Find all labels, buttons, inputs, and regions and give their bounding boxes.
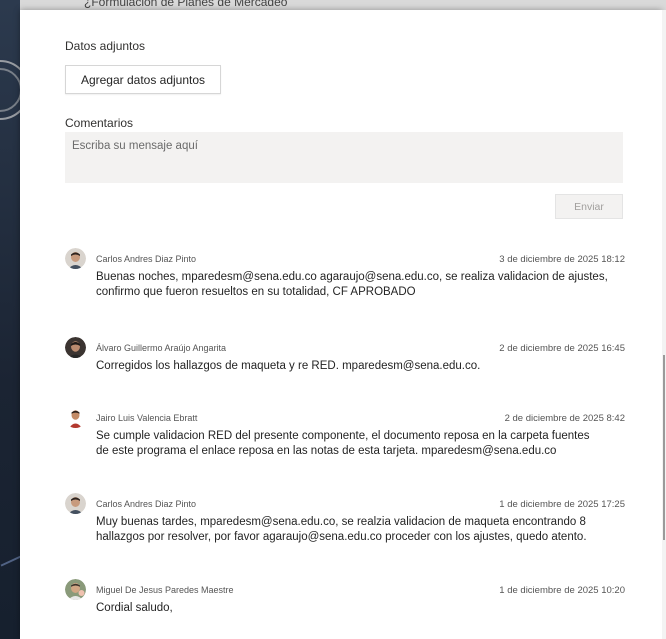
add-attachments-button[interactable]: Agregar datos adjuntos — [65, 65, 221, 94]
comment-author: Carlos Andres Diaz Pinto — [96, 499, 197, 509]
attachments-label: Datos adjuntos — [65, 39, 146, 53]
card-detail-panel: Datos adjuntos Agregar datos adjuntos Co… — [20, 10, 662, 639]
avatar — [65, 407, 86, 428]
background-card-title: ¿Formulación de Planes de Mercadeo — [84, 0, 288, 9]
comment-line: Buenas noches, mparedesm@sena.edu.co aga… — [96, 271, 608, 283]
comment-body: Cordial saludo, — [96, 601, 616, 616]
right-edge — [662, 10, 666, 639]
comment-input[interactable] — [65, 132, 623, 183]
avatar — [65, 579, 86, 600]
comment-date: 1 de diciembre de 2025 17:25 — [499, 499, 625, 510]
comment-line: de este programa el enlace reposa en las… — [96, 445, 557, 457]
comment-line: Muy buenas tardes, mparedesm@sena.edu.co… — [96, 516, 586, 528]
comments-label: Comentarios — [65, 116, 134, 130]
send-button[interactable]: Enviar — [555, 194, 623, 219]
comment-body: Muy buenas tardes, mparedesm@sena.edu.co… — [96, 515, 616, 545]
comment-date: 3 de diciembre de 2025 18:12 — [499, 254, 625, 265]
comment-author: Álvaro Guillermo Araújo Angarita — [96, 343, 227, 353]
comment-line: Cordial saludo, — [96, 602, 173, 614]
avatar — [65, 337, 86, 358]
comment-date: 2 de diciembre de 2025 8:42 — [504, 413, 625, 424]
avatar — [65, 493, 86, 514]
comment-body: Buenas noches, mparedesm@sena.edu.co aga… — [96, 270, 616, 300]
comment-date: 1 de diciembre de 2025 10:20 — [499, 585, 625, 596]
comment-line: hallazgos por resolver, por favor agarau… — [96, 531, 587, 543]
comment-author: Miguel De Jesus Paredes Maestre — [96, 585, 234, 595]
comment-author: Jairo Luis Valencia Ebratt — [96, 413, 198, 423]
comment-body: Corregidos los hallazgos de maqueta y re… — [96, 359, 616, 374]
comment-line: Se cumple validacion RED del presente co… — [96, 430, 590, 442]
comment-body: Se cumple validacion RED del presente co… — [96, 429, 616, 459]
comment-line: confirmo que fueron resueltos en su tota… — [96, 286, 416, 298]
avatar — [65, 248, 86, 269]
comment-date: 2 de diciembre de 2025 16:45 — [499, 343, 625, 354]
comment-author: Carlos Andres Diaz Pinto — [96, 254, 197, 264]
comment-line: Corregidos los hallazgos de maqueta y re… — [96, 360, 481, 372]
scrollbar[interactable] — [663, 355, 665, 540]
